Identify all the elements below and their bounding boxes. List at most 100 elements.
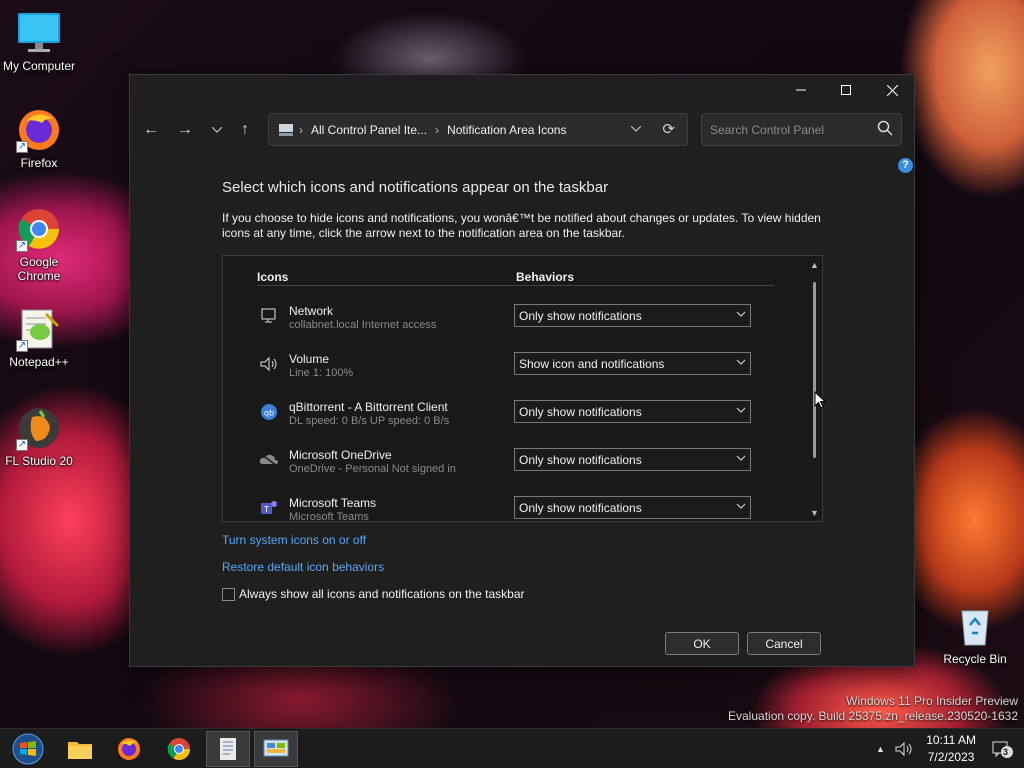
document-icon <box>220 738 236 760</box>
recycle-bin-icon <box>952 603 998 649</box>
scroll-up-arrow-icon[interactable]: ▲ <box>810 260 819 270</box>
taskbar-chrome[interactable] <box>157 731 201 767</box>
desktop-icon-flstudio[interactable]: ↗ FL Studio 20 <box>0 405 78 468</box>
recent-locations-button[interactable] <box>204 117 230 143</box>
network-icon <box>259 306 279 326</box>
speaker-icon[interactable] <box>895 741 913 757</box>
scrollbar-thumb[interactable] <box>813 282 816 458</box>
desktop-icon-label: Recycle Bin <box>943 652 1007 666</box>
behavior-value: Show icon and notifications <box>519 357 665 371</box>
control-panel-window: ← → ↑ › All Control Panel Ite... › Notif… <box>129 74 915 667</box>
taskbar-file-explorer[interactable] <box>58 731 102 767</box>
behavior-value: Only show notifications <box>519 309 642 323</box>
back-button[interactable]: ← <box>138 117 164 143</box>
taskbar-clock[interactable]: 10:11 AM 7/2/2023 <box>926 732 976 766</box>
svg-text:qb: qb <box>264 409 274 418</box>
always-show-checkbox[interactable] <box>222 587 235 601</box>
flstudio-icon: ↗ <box>16 405 62 451</box>
scroll-down-arrow-icon[interactable]: ▼ <box>810 508 819 518</box>
breadcrumb-all-control-panel[interactable]: All Control Panel Ite... <box>311 123 427 137</box>
start-button[interactable] <box>6 731 50 767</box>
navigation-toolbar: ← → ↑ › All Control Panel Ite... › Notif… <box>130 105 914 155</box>
control-panel-icon <box>263 739 289 757</box>
desktop-icon-label: Notepad++ <box>9 355 69 369</box>
folder-icon <box>68 742 92 759</box>
minimize-button[interactable] <box>778 75 824 105</box>
header-divider <box>257 285 774 286</box>
chevron-down-icon <box>736 455 746 461</box>
behavior-dropdown[interactable]: Only show notifications <box>514 304 751 327</box>
shortcut-arrow-icon: ↗ <box>16 340 28 352</box>
item-name: Volume <box>289 352 330 366</box>
breadcrumb-notification-area[interactable]: Notification Area Icons <box>447 123 566 137</box>
refresh-button[interactable]: ⟳ <box>662 120 675 138</box>
behavior-dropdown[interactable]: Only show notifications <box>514 400 751 423</box>
search-box <box>701 113 902 146</box>
column-header-behaviors: Behaviors <box>516 270 575 284</box>
search-input[interactable] <box>710 121 860 139</box>
list-item: Network collabnet.local Internet access … <box>257 304 757 344</box>
list-scrollbar[interactable]: ▲ ▼ <box>806 256 822 521</box>
desktop-icon-my-computer[interactable]: My Computer <box>0 10 78 73</box>
desktop-icon-label: FL Studio 20 <box>5 454 73 468</box>
desktop-icon-recycle-bin[interactable]: Recycle Bin <box>936 603 1014 666</box>
monitor-icon <box>16 10 62 56</box>
onedrive-icon <box>259 450 279 470</box>
notepadpp-icon: ↗ <box>16 306 62 352</box>
address-dropdown-button[interactable] <box>630 121 642 135</box>
behavior-dropdown[interactable]: Only show notifications <box>514 496 751 519</box>
taskbar-firefox[interactable] <box>107 731 151 767</box>
address-bar[interactable]: › All Control Panel Ite... › Notificatio… <box>268 113 688 146</box>
close-button[interactable] <box>869 75 915 105</box>
behavior-dropdown[interactable]: Only show notifications <box>514 448 751 471</box>
chevron-down-icon <box>736 407 746 413</box>
cancel-button[interactable]: Cancel <box>747 632 821 655</box>
maximize-icon <box>841 85 851 95</box>
clock-time: 10:11 AM <box>926 733 976 747</box>
item-status: DL speed: 0 B/s UP speed: 0 B/s <box>289 415 450 427</box>
item-status: OneDrive - Personal Not signed in <box>289 463 456 475</box>
control-panel-icon <box>279 123 293 136</box>
chrome-icon <box>167 738 190 760</box>
maximize-button[interactable] <box>823 75 869 105</box>
title-bar <box>130 75 914 105</box>
desktop-icon-chrome[interactable]: ↗ Google Chrome <box>0 206 78 283</box>
behavior-value: Only show notifications <box>519 453 642 467</box>
behavior-value: Only show notifications <box>519 405 642 419</box>
item-name: Microsoft Teams <box>289 496 377 510</box>
forward-button[interactable]: → <box>172 117 198 143</box>
always-show-option[interactable]: Always show all icons and notifications … <box>222 587 525 601</box>
chevron-down-icon <box>736 359 746 365</box>
item-name: Network <box>289 304 334 318</box>
arrow-left-icon: ← <box>143 121 159 138</box>
close-icon <box>886 84 898 96</box>
watermark-edition: Windows 11 Pro Insider Preview <box>846 694 1018 708</box>
list-item: Volume Line 1: 100% Show icon and notifi… <box>257 352 757 392</box>
teams-icon: T <box>259 498 279 518</box>
desktop-icon-firefox[interactable]: ↗ Firefox <box>0 107 78 170</box>
list-item: qb qBittorrent - A Bittorrent Client DL … <box>257 400 757 440</box>
shortcut-arrow-icon: ↗ <box>16 141 28 153</box>
search-button[interactable] <box>877 120 893 139</box>
breadcrumb-separator: › <box>299 122 303 137</box>
item-name: qBittorrent - A Bittorrent Client <box>289 400 448 414</box>
shortcut-arrow-icon: ↗ <box>16 240 28 252</box>
desktop-icon-notepadpp[interactable]: ↗ Notepad++ <box>0 306 78 369</box>
taskbar-control-panel[interactable] <box>254 731 298 767</box>
speaker-icon <box>259 354 279 374</box>
show-hidden-icons-button[interactable]: ▲ <box>876 744 885 754</box>
arrow-right-icon: → <box>177 121 193 138</box>
notification-icons-list: Icons Behaviors Network collabnet.local … <box>222 255 823 522</box>
page-title: Select which icons and notifications app… <box>222 179 609 196</box>
restore-defaults-link[interactable]: Restore default icon behaviors <box>222 560 384 574</box>
mouse-cursor-icon <box>814 391 826 409</box>
item-status: Line 1: 100% <box>289 367 354 379</box>
item-status: collabnet.local Internet access <box>289 319 437 331</box>
chevron-down-icon <box>736 311 746 317</box>
behavior-dropdown[interactable]: Show icon and notifications <box>514 352 751 375</box>
notification-center-button[interactable]: 3 <box>992 729 1014 768</box>
up-button[interactable]: ↑ <box>232 117 258 143</box>
ok-button[interactable]: OK <box>665 632 739 655</box>
turn-system-icons-link[interactable]: Turn system icons on or off <box>222 533 366 547</box>
taskbar-app-active[interactable] <box>206 731 250 767</box>
